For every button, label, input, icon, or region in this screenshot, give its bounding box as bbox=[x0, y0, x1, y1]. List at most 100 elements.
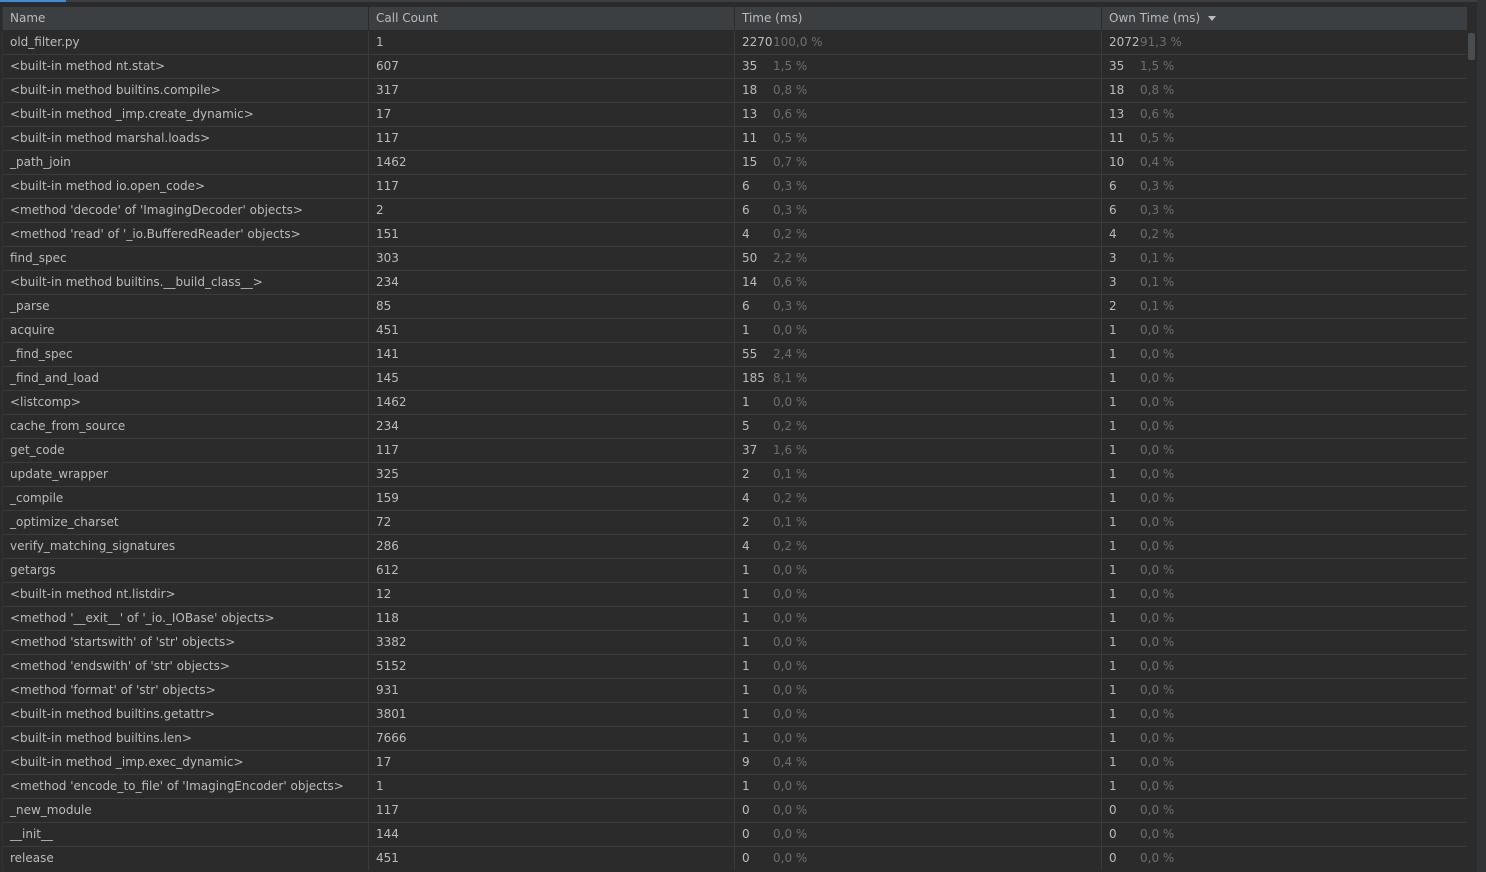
cell-time: 0 0,0 % bbox=[735, 823, 1102, 846]
cell-own-time: 0 0,0 % bbox=[1102, 847, 1468, 870]
cell-call-count: 117 bbox=[369, 127, 735, 150]
own-time-value: 0 bbox=[1109, 803, 1117, 817]
scrollbar-thumb[interactable] bbox=[1468, 33, 1475, 60]
table-row[interactable]: <method 'decode' of 'ImagingDecoder' obj… bbox=[3, 199, 1468, 223]
cell-own-time: 0 0,0 % bbox=[1102, 799, 1468, 822]
time-percent: 0,7 % bbox=[773, 155, 808, 169]
own-time-value: 1 bbox=[1109, 467, 1117, 481]
table-row[interactable]: verify_matching_signatures 286 4 0,2 % 1 0,0 … bbox=[3, 535, 1468, 559]
cell-time: 1 0,0 % bbox=[735, 703, 1102, 726]
table-row[interactable]: <method 'endswith' of 'str' objects> 5152… bbox=[3, 655, 1468, 679]
own-time-percent: 0,0 % bbox=[1140, 443, 1175, 457]
cell-time: 1 0,0 % bbox=[735, 655, 1102, 678]
cell-own-time: 1 0,0 % bbox=[1102, 367, 1468, 390]
table-row[interactable]: <method 'format' of 'str' objects> 931 1 0,… bbox=[3, 679, 1468, 703]
table-row[interactable]: <built-in method _imp.exec_dynamic> 17 9 0,… bbox=[3, 751, 1468, 775]
table-row[interactable]: update_wrapper 325 2 0,1 % 1 0,0 % bbox=[3, 463, 1468, 487]
column-header-own-time[interactable]: Own Time (ms) bbox=[1102, 7, 1468, 30]
table-row[interactable]: _optimize_charset 72 2 0,1 % 1 0,0 % bbox=[3, 511, 1468, 535]
table-row[interactable]: <built-in method nt.listdir> 12 1 0,0 % 1 0,0… bbox=[3, 583, 1468, 607]
sort-descending-icon[interactable] bbox=[1208, 16, 1217, 21]
time-value: 5 bbox=[742, 419, 750, 433]
table-row[interactable]: <built-in method builtins.len> 7666 1 0,0 %… bbox=[3, 727, 1468, 751]
own-time-value: 1 bbox=[1109, 491, 1117, 505]
table-row[interactable]: <built-in method builtins.__build_class_… bbox=[3, 271, 1468, 295]
time-percent: 0,0 % bbox=[773, 563, 808, 577]
cell-own-time: 1 0,0 % bbox=[1102, 463, 1468, 486]
own-time-value: 13 bbox=[1109, 107, 1125, 121]
table-row[interactable]: old_filter.py 1 2270100,0 % 207291,3 % bbox=[3, 31, 1468, 55]
cell-own-time: 1 0,0 % bbox=[1102, 319, 1468, 342]
table-row[interactable]: cache_from_source 234 5 0,2 % 1 0,0 % bbox=[3, 415, 1468, 439]
table-row[interactable]: _path_join 1462 15 0,7 % 10 0,4 % bbox=[3, 151, 1468, 175]
cell-time: 15 0,7 % bbox=[735, 151, 1102, 174]
cell-call-count: 159 bbox=[369, 487, 735, 510]
column-header-call-count[interactable]: Call Count bbox=[369, 7, 735, 30]
table-row[interactable]: release 451 0 0,0 % 0 0,0 % bbox=[3, 847, 1468, 870]
cell-name: _find_and_load bbox=[3, 367, 369, 390]
cell-call-count: 145 bbox=[369, 367, 735, 390]
own-time-percent: 0,1 % bbox=[1140, 251, 1175, 265]
time-value: 6 bbox=[742, 299, 750, 313]
table-row[interactable]: find_spec 303 50 2,2 % 3 0,1 % bbox=[3, 247, 1468, 271]
table-row[interactable]: <method '__exit__' of '_io._IOBase' obje… bbox=[3, 607, 1468, 631]
cell-time: 1 0,0 % bbox=[735, 631, 1102, 654]
time-percent: 0,8 % bbox=[773, 83, 808, 97]
table-row[interactable]: <built-in method io.open_code> 117 6 0,3 % 6… bbox=[3, 175, 1468, 199]
cell-time: 2270100,0 % bbox=[735, 31, 1102, 54]
table-row[interactable]: getargs 612 1 0,0 % 1 0,0 % bbox=[3, 559, 1468, 583]
cell-name: cache_from_source bbox=[3, 415, 369, 438]
cell-own-time: 1 0,0 % bbox=[1102, 703, 1468, 726]
time-percent: 100,0 % bbox=[773, 35, 823, 49]
own-time-percent: 0,0 % bbox=[1140, 683, 1175, 697]
table-row[interactable]: __init__ 144 0 0,0 % 0 0,0 % bbox=[3, 823, 1468, 847]
own-time-value: 2072 bbox=[1109, 35, 1140, 49]
own-time-value: 35 bbox=[1109, 59, 1125, 73]
table-row[interactable]: <listcomp> 1462 1 0,0 % 1 0,0 % bbox=[3, 391, 1468, 415]
cell-call-count: 17 bbox=[369, 103, 735, 126]
time-percent: 0,6 % bbox=[773, 107, 808, 121]
vertical-scrollbar[interactable] bbox=[1467, 7, 1477, 870]
table-row[interactable]: _new_module 117 0 0,0 % 0 0,0 % bbox=[3, 799, 1468, 823]
cell-call-count: 1 bbox=[369, 775, 735, 798]
table-row[interactable]: _parse 85 6 0,3 % 2 0,1 % bbox=[3, 295, 1468, 319]
cell-time: 1 0,0 % bbox=[735, 559, 1102, 582]
cell-time: 4 0,2 % bbox=[735, 535, 1102, 558]
cell-call-count: 3382 bbox=[369, 631, 735, 654]
cell-call-count: 325 bbox=[369, 463, 735, 486]
cell-name: <method 'endswith' of 'str' objects> bbox=[3, 655, 369, 678]
own-time-percent: 91,3 % bbox=[1140, 35, 1182, 49]
cell-time: 2 0,1 % bbox=[735, 463, 1102, 486]
column-header-time[interactable]: Time (ms) bbox=[735, 7, 1102, 30]
table-row[interactable]: <built-in method builtins.compile> 317 18 0… bbox=[3, 79, 1468, 103]
column-header-name[interactable]: Name bbox=[3, 7, 369, 30]
table-row[interactable]: get_code 117 37 1,6 % 1 0,0 % bbox=[3, 439, 1468, 463]
time-value: 4 bbox=[742, 539, 750, 553]
table-row[interactable]: _compile 159 4 0,2 % 1 0,0 % bbox=[3, 487, 1468, 511]
cell-own-time: 1 0,0 % bbox=[1102, 391, 1468, 414]
time-percent: 0,4 % bbox=[773, 755, 808, 769]
table-row[interactable]: <built-in method _imp.create_dynamic> 17 1… bbox=[3, 103, 1468, 127]
table-row[interactable]: _find_spec 141 55 2,4 % 1 0,0 % bbox=[3, 343, 1468, 367]
table-row[interactable]: <method 'startswith' of 'str' objects> 33… bbox=[3, 631, 1468, 655]
cell-call-count: 317 bbox=[369, 79, 735, 102]
time-value: 9 bbox=[742, 755, 750, 769]
own-time-value: 11 bbox=[1109, 131, 1125, 145]
own-time-value: 1 bbox=[1109, 587, 1117, 601]
table-row[interactable]: <built-in method marshal.loads> 117 11 0,5 … bbox=[3, 127, 1468, 151]
cell-call-count: 451 bbox=[369, 847, 735, 870]
cell-own-time: 11 0,5 % bbox=[1102, 127, 1468, 150]
time-percent: 0,2 % bbox=[773, 539, 808, 553]
table-row[interactable]: acquire 451 1 0,0 % 1 0,0 % bbox=[3, 319, 1468, 343]
time-value: 6 bbox=[742, 179, 750, 193]
cell-own-time: 1 0,0 % bbox=[1102, 631, 1468, 654]
table-row[interactable]: _find_and_load 145 185 8,1 % 1 0,0 % bbox=[3, 367, 1468, 391]
cell-name: verify_matching_signatures bbox=[3, 535, 369, 558]
table-row[interactable]: <built-in method builtins.getattr> 3801 1 0… bbox=[3, 703, 1468, 727]
own-time-percent: 0,2 % bbox=[1140, 227, 1175, 241]
time-percent: 0,2 % bbox=[773, 419, 808, 433]
table-row[interactable]: <method 'encode_to_file' of 'ImagingEnco… bbox=[3, 775, 1468, 799]
time-percent: 2,2 % bbox=[773, 251, 808, 265]
table-row[interactable]: <method 'read' of '_io.BufferedReader' o… bbox=[3, 223, 1468, 247]
table-row[interactable]: <built-in method nt.stat> 607 35 1,5 % 35 1,5… bbox=[3, 55, 1468, 79]
